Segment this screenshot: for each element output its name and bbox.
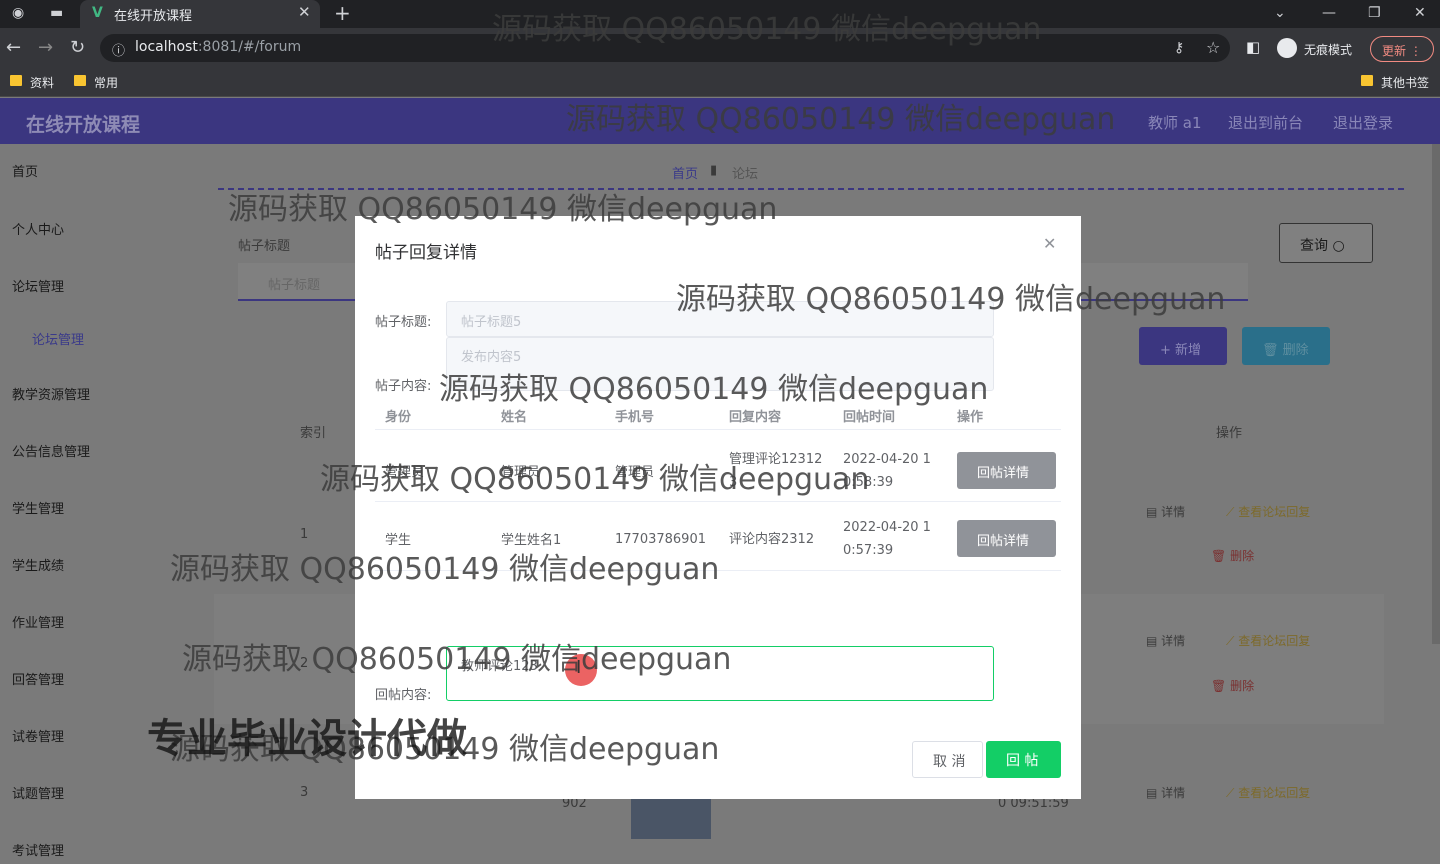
sidebar-item-homework[interactable]: 作业管理: [12, 612, 64, 631]
row-view-replies-link[interactable]: ⟋ 查看论坛回复: [1226, 632, 1310, 649]
update-button[interactable]: 更新 ⋮: [1370, 36, 1434, 62]
col-role-header: 身份: [385, 410, 412, 425]
sidebar-item-home[interactable]: 首页: [12, 161, 38, 180]
scrollbar[interactable]: [1432, 144, 1440, 644]
sidebar-item-exams[interactable]: 考试管理: [12, 840, 64, 859]
new-tab-icon[interactable]: +: [334, 1, 351, 25]
row-index: 1: [300, 527, 309, 542]
sidebar-item-notices[interactable]: 公告信息管理: [12, 441, 90, 460]
col-action-header: 操作: [1216, 426, 1243, 441]
delete-label: 🗑 删除: [1262, 343, 1309, 358]
vue-logo-icon: V: [92, 5, 103, 21]
breadcrumb-separator-icon: ▮: [710, 163, 718, 178]
row-delete-link[interactable]: 🗑 删除: [1211, 547, 1254, 564]
watermark: 源码获取 QQ86050149 微信deepguan: [228, 192, 778, 227]
watermark: 源码获取 QQ86050149 微信deepguan: [676, 282, 1226, 317]
reload-icon[interactable]: ↻: [70, 37, 85, 58]
row-view-replies-link[interactable]: ⟋ 查看论坛回复: [1226, 503, 1310, 520]
sidebar-item-forum[interactable]: 论坛管理: [12, 276, 64, 295]
key-icon[interactable]: ⚷: [1174, 40, 1184, 56]
tab-title: 在线开放课程: [114, 9, 193, 24]
col-name-header: 姓名: [501, 410, 528, 425]
close-window-icon[interactable]: ✕: [1414, 5, 1426, 21]
sidebar-item-questions[interactable]: 试题管理: [12, 783, 64, 802]
folder-icon: [1361, 75, 1373, 86]
col-content-header: 回复内容: [729, 410, 782, 425]
sidebar-item-students[interactable]: 学生管理: [12, 498, 64, 517]
divider: [375, 429, 1061, 430]
app-title: 在线开放课程: [26, 114, 141, 136]
folder-icon: [74, 75, 86, 86]
restore-icon[interactable]: ❐: [1368, 5, 1381, 21]
col-action-header: 操作: [957, 410, 984, 425]
sidebar-item-profile[interactable]: 个人中心: [12, 219, 64, 238]
folder-icon: [10, 75, 22, 86]
bookmark-ziliao[interactable]: 资料: [30, 74, 54, 91]
back-icon[interactable]: ←: [6, 37, 21, 58]
watermark: 源码获取 QQ86050149 微信deepguan: [182, 642, 732, 677]
watermark: 源码获取 QQ86050149 微信deepguan: [566, 102, 1116, 137]
breadcrumb-home[interactable]: 首页: [672, 163, 698, 182]
watermark: 源码获取 QQ86050149 微信deepguan: [439, 372, 989, 407]
sidebar-item-grades[interactable]: 学生成绩: [12, 555, 64, 574]
reply-detail-button[interactable]: 回帖详情: [957, 520, 1056, 557]
forward-icon[interactable]: →: [38, 37, 53, 58]
post-content-label: 帖子内容:: [375, 379, 432, 394]
sidebar-item-answers[interactable]: 回答管理: [12, 669, 64, 688]
row-detail-link[interactable]: ▤ 详情: [1146, 503, 1185, 520]
row-index: 3: [300, 785, 309, 800]
browser-menu-icon[interactable]: ◉: [12, 5, 24, 21]
cancel-button[interactable]: 取 消: [912, 741, 983, 778]
close-tab-icon[interactable]: ✕: [298, 3, 311, 21]
reply-detail-button[interactable]: 回帖详情: [957, 452, 1056, 489]
back-to-front-link[interactable]: 退出到前台: [1228, 112, 1303, 133]
sidebar-subitem-forum[interactable]: 论坛管理: [32, 329, 84, 348]
divider: [375, 501, 1061, 502]
col-phone-header: 手机号: [615, 410, 655, 425]
incognito-icon: [1277, 38, 1297, 58]
chevron-down-icon[interactable]: ⌄: [1274, 5, 1286, 21]
bookmarks-bar: [0, 68, 1440, 97]
post-title-label: 帖子标题:: [375, 315, 432, 330]
other-bookmarks[interactable]: 其他书签: [1381, 74, 1429, 91]
add-label: + 新增: [1160, 343, 1202, 358]
breadcrumb-current: 论坛: [732, 167, 759, 182]
dialog-title: 帖子回复详情: [375, 243, 477, 263]
logout-link[interactable]: 退出登录: [1333, 112, 1393, 133]
reply-content: 评论内容2312: [729, 532, 815, 547]
row-delete-link[interactable]: 🗑 删除: [1211, 677, 1254, 694]
tab-search-icon[interactable]: ▬: [50, 5, 63, 21]
info-icon[interactable]: ⓘ: [112, 40, 125, 59]
url-text: localhost:8081/#/forum: [135, 39, 302, 55]
watermark-banner: 专业毕业设计代做: [147, 716, 467, 762]
col-index-header: 索引: [300, 426, 327, 441]
row-thumbnail: [631, 799, 711, 839]
search-label: 帖子标题: [238, 239, 291, 254]
reply-time: 2022-04-20 10:57:39: [843, 520, 931, 558]
minimize-icon[interactable]: —: [1322, 5, 1336, 21]
incognito-label: 无痕模式: [1304, 43, 1353, 57]
user-name: 教师 a1: [1148, 114, 1202, 132]
row-detail-link[interactable]: ▤ 详情: [1146, 632, 1185, 649]
col-time-header: 回帖时间: [843, 410, 896, 425]
bookmark-changyong[interactable]: 常用: [94, 74, 118, 91]
row-view-replies-link[interactable]: ⟋ 查看论坛回复: [1226, 784, 1310, 801]
query-label: 查询 ○: [1300, 238, 1345, 254]
watermark: 源码获取 QQ86050149 微信deepguan: [492, 12, 1042, 47]
row-detail-link[interactable]: ▤ 详情: [1146, 784, 1185, 801]
submit-reply-button[interactable]: 回 帖: [986, 741, 1061, 778]
sidebar-item-resources[interactable]: 教学资源管理: [12, 384, 90, 403]
search-placeholder: 帖子标题: [268, 278, 321, 293]
reply-content-label: 回帖内容:: [375, 688, 432, 703]
close-icon[interactable]: ✕: [1043, 234, 1056, 253]
watermark: 源码获取 QQ86050149 微信deepguan: [170, 552, 720, 587]
star-icon[interactable]: ☆: [1206, 38, 1220, 57]
sidebar-item-papers[interactable]: 试卷管理: [12, 726, 64, 745]
side-panel-icon[interactable]: ◧: [1246, 38, 1260, 56]
watermark: 源码获取 QQ86050149 微信deepguan: [320, 462, 870, 497]
